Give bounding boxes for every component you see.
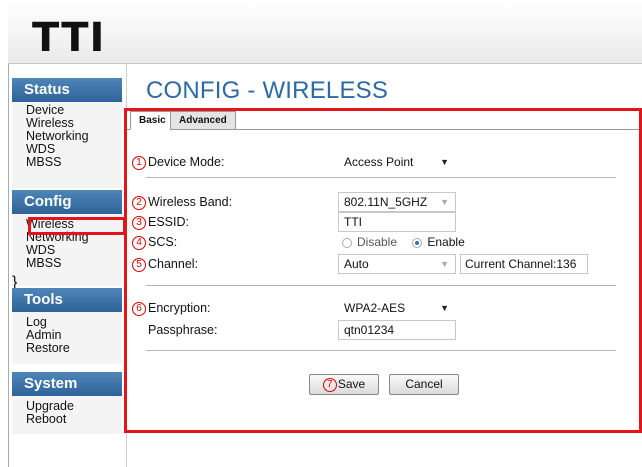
essid-row: 3 ESSID: TTI xyxy=(126,212,642,232)
passphrase-input[interactable]: qtn01234 xyxy=(338,320,456,340)
step-number-badge: 4 xyxy=(132,235,146,250)
scs-label: SCS: xyxy=(148,235,178,249)
scs-disable-label: Disable xyxy=(357,235,398,249)
header-bar: TTI xyxy=(8,0,642,64)
sidebar: Status Device Wireless Networking WDS MB… xyxy=(12,78,124,467)
sidebar-item-tools-restore[interactable]: Restore xyxy=(26,342,122,355)
encryption-label: Encryption: xyxy=(148,301,211,315)
sidebar-heading-config: Config xyxy=(12,190,122,214)
tab-advanced[interactable]: Advanced xyxy=(170,111,236,130)
scs-radio-group: Disable Enable xyxy=(342,232,465,252)
tab-basic[interactable]: Basic xyxy=(130,111,175,130)
encryption-row: 6 Encryption: WPA2-AES ▼ xyxy=(126,298,642,318)
tab-bar: Basic Advanced xyxy=(126,108,642,130)
left-border xyxy=(8,64,9,467)
sidebar-section-system: System Upgrade Reboot xyxy=(12,372,122,434)
save-button[interactable]: 7 Save xyxy=(309,374,379,395)
dropdown-arrow-icon: ▼ xyxy=(440,197,449,207)
divider xyxy=(146,177,616,178)
device-mode-label: Device Mode: xyxy=(148,155,225,169)
sidebar-section-config: Config Wireless Networking WDS MBSS } xyxy=(12,190,122,291)
step-number-badge: 5 xyxy=(132,257,146,272)
encryption-select[interactable]: WPA2-AES ▼ xyxy=(338,298,456,318)
passphrase-label: Passphrase: xyxy=(148,323,218,337)
sidebar-section-status: Status Device Wireless Networking WDS MB… xyxy=(12,78,122,188)
wireless-band-label: Wireless Band: xyxy=(148,195,233,209)
button-row: 7 Save Cancel xyxy=(126,374,642,395)
sidebar-item-system-reboot[interactable]: Reboot xyxy=(26,413,122,426)
dropdown-arrow-icon: ▼ xyxy=(440,157,449,167)
wireless-config-panel: Basic Advanced 1 Device Mode: Access Poin… xyxy=(126,108,642,432)
wireless-band-select[interactable]: 802.11N_5GHZ ▼ xyxy=(338,192,456,212)
divider xyxy=(146,350,616,351)
essid-label: ESSID: xyxy=(148,215,189,229)
sidebar-heading-system: System xyxy=(12,372,122,396)
step-number-badge: 1 xyxy=(132,155,146,170)
sidebar-heading-status: Status xyxy=(12,78,122,102)
scs-row: 4 SCS: Disable Enable xyxy=(126,232,642,252)
scs-enable-radio[interactable] xyxy=(412,237,423,248)
sidebar-item-status-mbss[interactable]: MBSS xyxy=(26,156,122,169)
device-mode-row: 1 Device Mode: Access Point ▼ xyxy=(126,152,642,172)
essid-input[interactable]: TTI xyxy=(338,212,456,232)
passphrase-row: Passphrase: qtn01234 xyxy=(126,320,642,340)
cancel-button[interactable]: Cancel xyxy=(389,374,459,395)
step-number-badge: 2 xyxy=(132,195,146,210)
sidebar-section-tools: Tools Log Admin Restore xyxy=(12,288,122,364)
sidebar-item-config-mbss[interactable]: MBSS xyxy=(26,257,122,270)
step-number-badge: 7 xyxy=(322,377,337,392)
scs-enable-label: Enable xyxy=(427,235,465,249)
step-number-badge: 3 xyxy=(132,215,146,230)
current-channel-field: Current Channel:136 xyxy=(460,254,588,274)
channel-select[interactable]: Auto ▼ xyxy=(338,254,456,274)
page-title: CONFIG - WIRELESS xyxy=(146,77,389,104)
logo: TTI xyxy=(32,15,106,61)
channel-row: 5 Channel: Auto ▼ Current Channel:136 xyxy=(126,254,642,274)
scs-disable-radio[interactable] xyxy=(342,237,352,248)
dropdown-arrow-icon: ▼ xyxy=(440,259,449,269)
channel-label: Channel: xyxy=(148,257,199,271)
wireless-band-row: 2 Wireless Band: 802.11N_5GHZ ▼ xyxy=(126,192,642,212)
sidebar-heading-tools: Tools xyxy=(12,288,122,312)
dropdown-arrow-icon: ▼ xyxy=(440,303,449,313)
divider xyxy=(146,285,616,286)
device-mode-select[interactable]: Access Point ▼ xyxy=(338,152,456,172)
step-number-badge: 6 xyxy=(132,301,146,316)
